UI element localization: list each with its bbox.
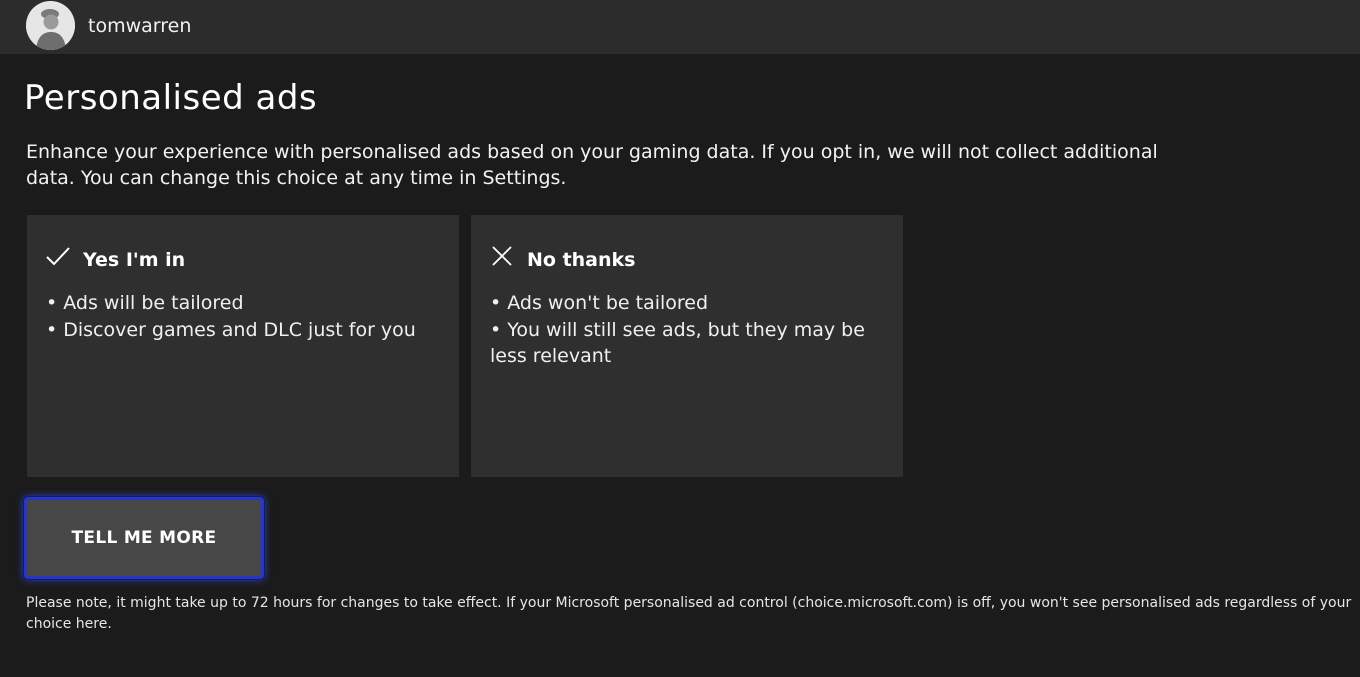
list-item: Ads won't be tailored bbox=[490, 290, 890, 317]
list-item: Discover games and DLC just for you bbox=[46, 317, 446, 344]
tell-me-more-button[interactable]: TELL ME MORE bbox=[24, 497, 264, 579]
opt-in-card[interactable]: Yes I'm in Ads will be tailored Discover… bbox=[27, 215, 459, 477]
footnote: Please note, it might take up to 72 hour… bbox=[26, 595, 1352, 632]
list-item: You will still see ads, but they may be … bbox=[490, 317, 890, 370]
avatar[interactable] bbox=[26, 1, 75, 50]
close-icon bbox=[489, 244, 515, 270]
top-bar: tomwarren bbox=[0, 0, 1360, 54]
user-avatar-icon bbox=[26, 1, 75, 50]
opt-out-points: Ads won't be tailored You will still see… bbox=[490, 290, 890, 370]
opt-out-heading: No thanks bbox=[527, 249, 636, 271]
opt-in-heading: Yes I'm in bbox=[83, 249, 186, 271]
page-title: Personalised ads bbox=[24, 78, 318, 118]
username: tomwarren bbox=[88, 15, 192, 37]
checkmark-icon bbox=[45, 244, 71, 270]
list-item: Ads will be tailored bbox=[46, 290, 446, 317]
page-description: Enhance your experience with personalise… bbox=[26, 141, 1158, 189]
opt-in-points: Ads will be tailored Discover games and … bbox=[46, 290, 446, 343]
opt-out-card[interactable]: No thanks Ads won't be tailored You will… bbox=[471, 215, 903, 477]
